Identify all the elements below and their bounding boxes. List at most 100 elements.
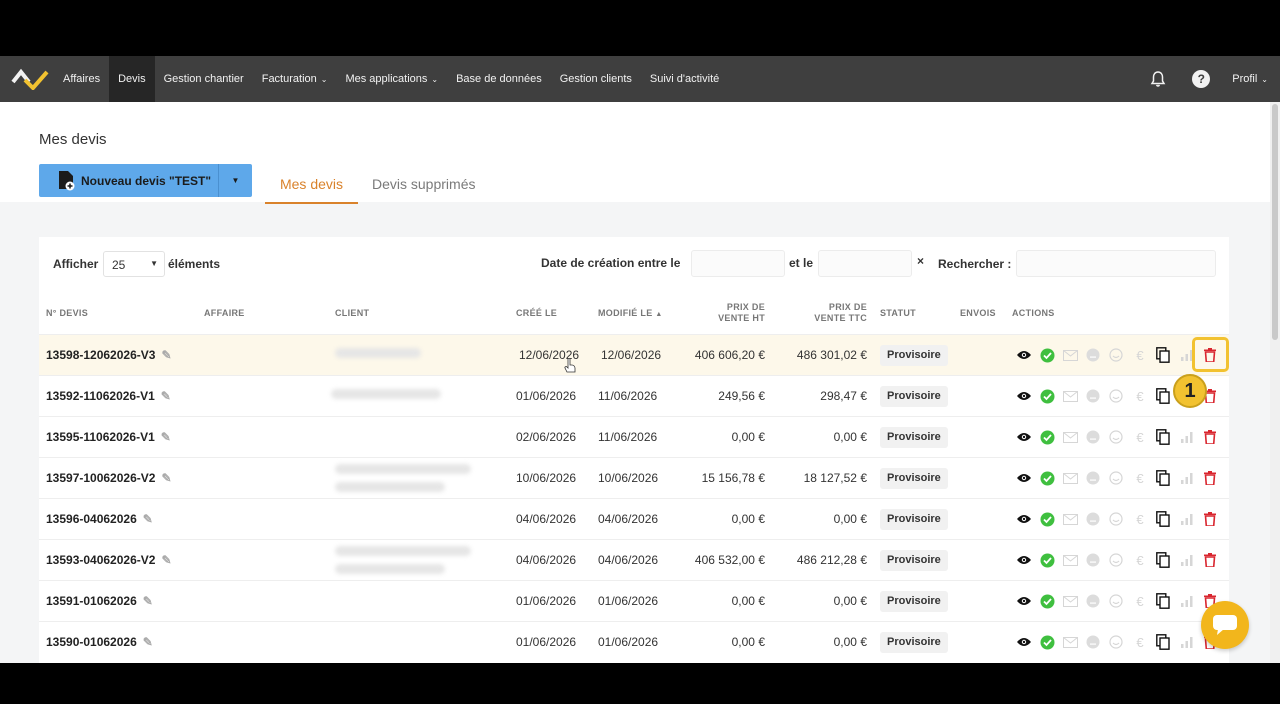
col-num-devis[interactable]: N° DEVIS [46, 308, 88, 319]
copy-icon[interactable] [1154, 510, 1172, 528]
new-devis-dropdown-toggle[interactable]: ▼ [218, 164, 252, 197]
validate-check-icon[interactable] [1038, 469, 1056, 487]
nav-item-affaires[interactable]: Affaires [54, 56, 109, 102]
euro-icon: € [1136, 470, 1144, 486]
devis-number[interactable]: 13595-11062026-V1 ✎ [46, 430, 171, 444]
validate-check-icon[interactable] [1038, 428, 1056, 446]
tab-mes-devis[interactable]: Mes devis [265, 176, 358, 204]
table-row[interactable]: 13590-01062026 ✎ 01/06/2026 01/06/2026 0,… [39, 621, 1229, 662]
pencil-icon[interactable]: ✎ [161, 389, 171, 403]
search-input[interactable] [1016, 250, 1216, 277]
table-row[interactable]: 13598-12062026-V3 ✎ 12/06/2026 12/06/2026… [39, 334, 1229, 375]
pencil-icon[interactable]: ✎ [161, 430, 171, 444]
devis-number[interactable]: 13597-10062026-V2 ✎ [46, 471, 172, 485]
validate-check-icon[interactable] [1038, 633, 1056, 651]
table-row[interactable]: 13593-04062026-V2 ✎ 04/06/2026 04/06/2026… [39, 539, 1229, 580]
col-prix-ttc[interactable]: PRIX DE VENTE TTC [797, 302, 867, 324]
validate-check-icon[interactable] [1038, 551, 1056, 569]
devis-number[interactable]: 13590-01062026 ✎ [46, 635, 153, 649]
validate-check-icon[interactable] [1038, 592, 1056, 610]
col-affaire[interactable]: AFFAIRE [204, 308, 245, 319]
clear-dates-icon[interactable]: × [917, 254, 924, 268]
devis-number[interactable]: 13593-04062026-V2 ✎ [46, 553, 172, 567]
eye-icon[interactable] [1015, 469, 1033, 487]
validate-check-icon[interactable] [1038, 346, 1056, 364]
copy-icon[interactable] [1154, 346, 1172, 364]
help-icon[interactable]: ? [1192, 70, 1211, 88]
devis-number[interactable]: 13592-11062026-V1 ✎ [46, 389, 171, 403]
col-actions: ACTIONS [1012, 308, 1055, 318]
table-row[interactable]: 13592-11062026-V1 ✎ 01/06/2026 11/06/2026… [39, 375, 1229, 416]
devis-number[interactable]: 13598-12062026-V3 ✎ [46, 348, 172, 362]
page-header: Mes devis Nouveau devis "TEST" ▼ Mes dev… [0, 102, 1270, 204]
copy-icon[interactable] [1154, 633, 1172, 651]
eye-icon[interactable] [1015, 592, 1033, 610]
nav-item-base-de-donnees[interactable]: Base de données [447, 56, 551, 102]
neutral-face-icon [1084, 633, 1102, 651]
created-date: 04/06/2026 [516, 512, 577, 526]
trash-icon[interactable] [1201, 469, 1219, 487]
nav-item-suivi-activite[interactable]: Suivi d'activité [641, 56, 728, 102]
eye-icon[interactable] [1015, 387, 1033, 405]
nav-item-gestion-chantier[interactable]: Gestion chantier [155, 56, 253, 102]
tab-devis-supprimes[interactable]: Devis supprimés [372, 176, 475, 192]
nav-item-devis[interactable]: Devis [109, 56, 155, 102]
pencil-icon[interactable]: ✎ [143, 635, 153, 649]
app-logo[interactable] [6, 56, 54, 102]
smile-face-icon [1107, 510, 1125, 528]
new-devis-button[interactable]: Nouveau devis "TEST" ▼ [39, 164, 252, 197]
price-ht: 406 606,20 € [694, 348, 765, 362]
devis-number[interactable]: 13591-01062026 ✎ [46, 594, 153, 608]
copy-icon[interactable] [1154, 551, 1172, 569]
pencil-icon[interactable]: ✎ [143, 594, 153, 608]
eye-icon[interactable] [1015, 633, 1033, 651]
nav-item-gestion-clients[interactable]: Gestion clients [551, 56, 641, 102]
trash-icon[interactable] [1201, 551, 1219, 569]
copy-icon[interactable] [1154, 469, 1172, 487]
pencil-icon[interactable]: ✎ [161, 553, 171, 567]
col-cree-le[interactable]: CRÉÉ LE [516, 308, 557, 319]
copy-icon[interactable] [1154, 428, 1172, 446]
trash-icon[interactable] [1201, 428, 1219, 446]
nav-item-facturation[interactable]: Facturation ⌄ [253, 56, 337, 102]
col-statut[interactable]: STATUT [880, 308, 916, 319]
eye-icon[interactable] [1015, 551, 1033, 569]
nav-item-mes-applications[interactable]: Mes applications ⌄ [336, 56, 447, 102]
pencil-icon[interactable]: ✎ [161, 348, 171, 362]
eye-icon[interactable] [1015, 346, 1033, 364]
smile-face-icon [1107, 346, 1125, 364]
validate-check-icon[interactable] [1038, 510, 1056, 528]
chat-button[interactable] [1201, 601, 1249, 649]
price-ttc: 486 212,28 € [796, 553, 867, 567]
table-row[interactable]: 13597-10062026-V2 ✎ 10/06/2026 10/06/2026… [39, 457, 1229, 498]
devis-number[interactable]: 13596-04062026 ✎ [46, 512, 153, 526]
col-modifie-le[interactable]: MODIFIÉ LE ▲ [598, 308, 663, 320]
client-name-blurred [331, 389, 441, 399]
euro-icon: € [1136, 388, 1144, 404]
table-row[interactable]: 13591-01062026 ✎ 01/06/2026 01/06/2026 0,… [39, 580, 1229, 621]
col-envois[interactable]: ENVOIS [960, 308, 996, 319]
copy-icon[interactable] [1154, 387, 1172, 405]
copy-icon[interactable] [1154, 592, 1172, 610]
eye-icon[interactable] [1015, 510, 1033, 528]
pencil-icon[interactable]: ✎ [143, 512, 153, 526]
col-prix-ht[interactable]: PRIX DE VENTE HT [699, 302, 765, 324]
pencil-icon[interactable]: ✎ [161, 471, 171, 485]
vertical-scrollbar[interactable] [1270, 102, 1280, 663]
date-to-input[interactable] [818, 250, 912, 277]
created-date: 01/06/2026 [516, 635, 577, 649]
eye-icon[interactable] [1015, 428, 1033, 446]
trash-icon[interactable] [1201, 510, 1219, 528]
bell-icon[interactable] [1148, 69, 1168, 89]
modified-date: 12/06/2026 [601, 348, 662, 362]
status-badge: Provisoire [880, 427, 948, 448]
euro-icon: € [1136, 429, 1144, 445]
table-row[interactable]: 13595-11062026-V1 ✎ 02/06/2026 11/06/2026… [39, 416, 1229, 457]
table-row[interactable]: 13596-04062026 ✎ 04/06/2026 04/06/2026 0,… [39, 498, 1229, 539]
profile-menu[interactable]: Profil ⌄ [1232, 73, 1268, 85]
date-from-input[interactable] [691, 250, 785, 277]
page-size-select[interactable]: 25 ▼ [103, 251, 165, 277]
scrollbar-thumb[interactable] [1272, 104, 1278, 340]
col-client[interactable]: CLIENT [335, 308, 369, 319]
validate-check-icon[interactable] [1038, 387, 1056, 405]
